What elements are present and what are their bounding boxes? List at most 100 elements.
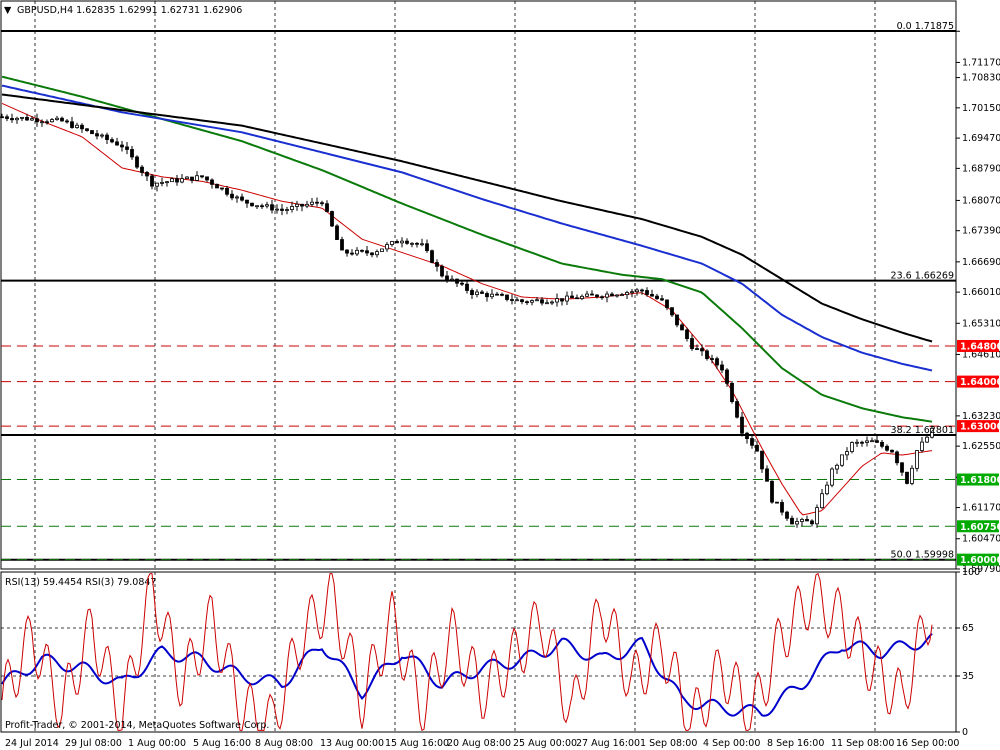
candle-body xyxy=(860,441,864,444)
candle-body xyxy=(690,338,694,349)
candle-body xyxy=(250,202,254,207)
candle-body xyxy=(585,293,589,297)
support-level-label: 1.60000 xyxy=(960,555,1000,566)
candle-body xyxy=(650,294,654,297)
price-grid xyxy=(34,1,876,569)
candle-body xyxy=(265,204,269,207)
candle-body xyxy=(565,295,569,302)
candle-body xyxy=(135,156,139,168)
price-tick-label: 1.60470 xyxy=(962,534,1000,545)
candle-body xyxy=(915,450,919,469)
candle-body xyxy=(815,507,819,525)
candle-body xyxy=(345,249,349,254)
candle-body xyxy=(435,262,439,267)
time-tick-label: 1 Sep 08:00 xyxy=(640,738,697,749)
candle-body xyxy=(55,117,59,120)
time-tick-label: 8 Sep 16:00 xyxy=(767,738,824,749)
candle-body xyxy=(105,134,109,140)
candle-body xyxy=(910,467,914,484)
candle-body xyxy=(340,239,344,251)
time-tick-label: 5 Aug 16:00 xyxy=(193,738,251,749)
candle-body xyxy=(445,275,449,280)
candle-body xyxy=(790,517,794,525)
time-tick-label: 24 Jul 2014 xyxy=(5,738,59,749)
candle-body xyxy=(420,243,424,246)
candle-body xyxy=(360,249,364,252)
candle-body xyxy=(0,116,4,119)
candle-body xyxy=(370,252,374,256)
candle-body xyxy=(10,118,14,121)
candle-body xyxy=(705,350,709,359)
rsi-panel: RSI(13) 59.4454 RSI(3) 79.0847 03565100 … xyxy=(0,567,980,738)
candle-body xyxy=(80,124,84,130)
candle-body xyxy=(350,252,354,255)
time-tick-label: 4 Sep 00:00 xyxy=(703,738,760,749)
candle-body xyxy=(730,382,734,402)
candle-body xyxy=(375,251,379,256)
candle-body xyxy=(60,117,64,122)
candle-body xyxy=(145,172,149,177)
candle-body xyxy=(870,440,874,443)
candle-body xyxy=(395,241,399,244)
candle-body xyxy=(845,451,849,456)
candle-body xyxy=(185,176,189,180)
candle-body xyxy=(550,301,554,304)
candle-body xyxy=(425,243,429,252)
candle-body xyxy=(495,293,499,296)
candle-body xyxy=(235,196,239,199)
candle-body xyxy=(410,242,414,245)
candle-body xyxy=(775,501,779,504)
candle-body xyxy=(65,120,69,123)
time-tick-label: 15 Aug 16:00 xyxy=(385,738,449,749)
candle-body xyxy=(295,203,299,207)
candle-body xyxy=(475,291,479,295)
fibonacci-level-label: 0.0 1.71875 xyxy=(897,21,954,32)
rsi-tick-label: 0 xyxy=(962,727,968,738)
candle-body xyxy=(545,302,549,305)
candle-body xyxy=(875,440,879,443)
symbol-dropdown-icon[interactable]: ▼ xyxy=(4,5,12,16)
candle-body xyxy=(140,166,144,173)
candle-body xyxy=(615,294,619,297)
candle-body xyxy=(470,290,474,295)
candle-body xyxy=(70,121,74,128)
candle-body xyxy=(160,182,164,184)
candle-body xyxy=(450,278,454,281)
candle-body xyxy=(190,176,194,181)
candle-body xyxy=(580,295,584,299)
candle-body xyxy=(5,116,9,119)
time-tick-label: 1 Aug 00:00 xyxy=(128,738,186,749)
candle-body xyxy=(40,121,44,124)
candle-body xyxy=(115,141,119,146)
fibonacci-level-label: 38.2 1.62801 xyxy=(891,425,954,436)
candle-body xyxy=(500,293,504,296)
price-tick-label: 1.70150 xyxy=(962,103,1000,114)
candle-body xyxy=(100,134,104,137)
candle-body xyxy=(555,298,559,303)
resistance-level-label: 1.64000 xyxy=(960,377,1000,388)
candle-body xyxy=(415,242,419,245)
candle-body xyxy=(405,240,409,244)
candle-body xyxy=(520,299,524,303)
candle-body xyxy=(725,369,729,384)
candle-body xyxy=(220,187,224,190)
price-tick-label: 1.62550 xyxy=(962,441,1000,452)
candle-body xyxy=(320,202,324,205)
candle-body xyxy=(595,294,599,298)
candle-body xyxy=(795,521,799,525)
price-tick-label: 1.68790 xyxy=(962,163,1000,174)
candle-body xyxy=(525,301,529,304)
candle-body xyxy=(335,225,339,240)
candle-body xyxy=(280,208,284,211)
candle-body xyxy=(715,358,719,366)
candle-body xyxy=(485,293,489,298)
candle-body xyxy=(660,298,664,301)
candle-body xyxy=(275,208,279,211)
candle-body xyxy=(330,211,334,227)
candle-body xyxy=(390,241,394,245)
candle-body xyxy=(685,329,689,339)
price-panel: ▼ GBPUSD,H4 1.62835 1.62991 1.62731 1.62… xyxy=(0,0,1000,575)
rsi-tick-label: 35 xyxy=(962,671,974,682)
price-tick-label: 1.71170 xyxy=(962,57,1000,68)
candle-body xyxy=(155,182,159,187)
